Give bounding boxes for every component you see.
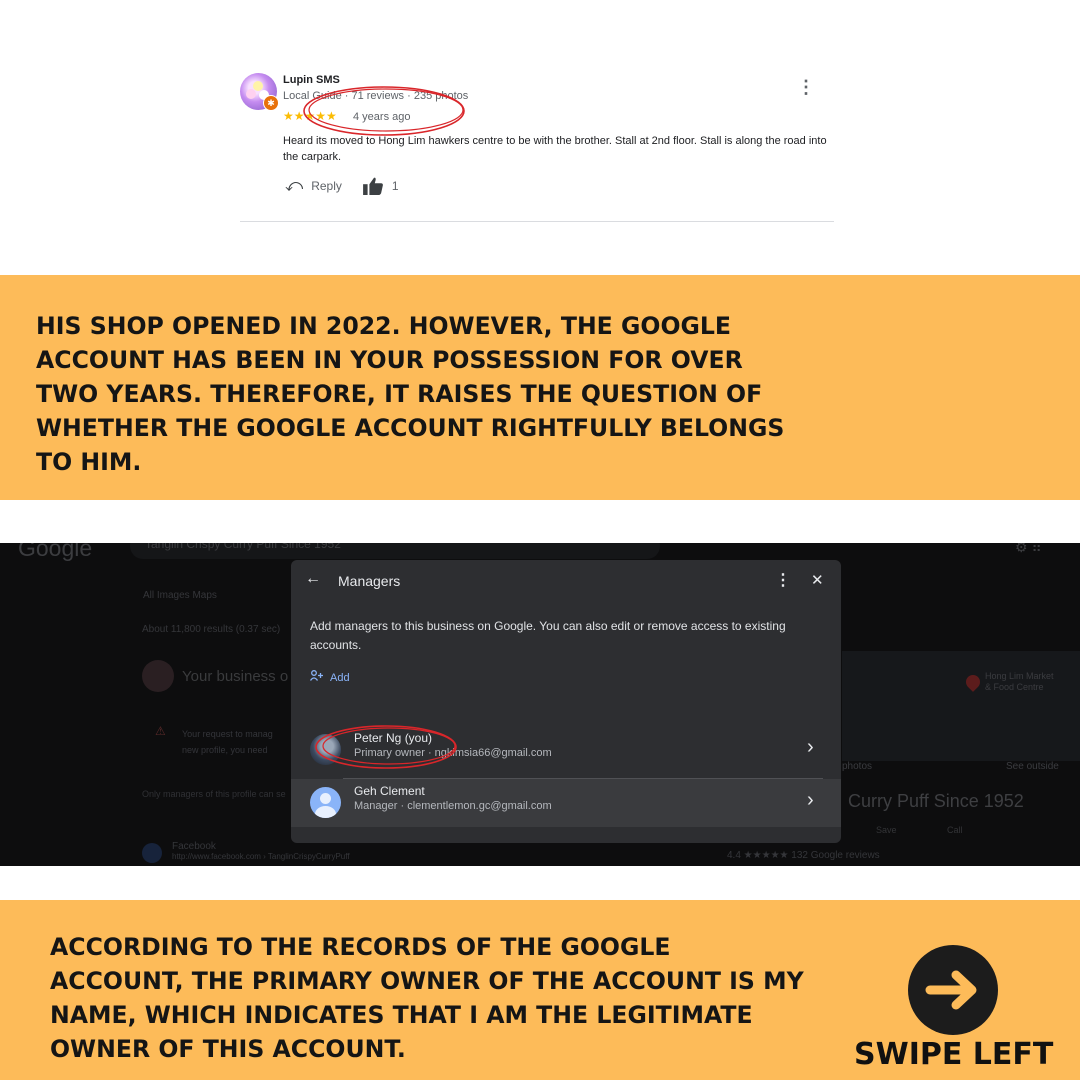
map-preview[interactable] [842, 651, 1080, 761]
manager-role: Manager · clementlemon.gc@gmail.com [354, 800, 552, 812]
only-managers-text: Only managers of this profile can se [142, 789, 286, 799]
manager-name: Geh Clement [354, 784, 425, 798]
review-card: ✱ Lupin SMS Local Guide · 71 reviews · 2… [240, 70, 834, 222]
see-outside-label[interactable]: See outside [1006, 761, 1059, 772]
swipe-button[interactable] [908, 945, 998, 1035]
facebook-icon [142, 843, 162, 863]
review-text: Heard its moved to Hong Lim hawkers cent… [283, 135, 827, 163]
review-stars: ★★★★★ [283, 109, 337, 123]
dialog-title: Managers [338, 573, 401, 589]
top-caption-band: His shop opened in 2022. However, the Go… [0, 275, 1080, 500]
reviewer-meta: Local Guide · 71 reviews · 235 photos [283, 90, 469, 102]
reply-button[interactable]: Reply [311, 179, 342, 193]
person-add-icon [310, 670, 323, 681]
bottom-caption-text: According to the records of the Google a… [50, 933, 804, 1063]
like-count: 1 [391, 179, 399, 193]
apps-icon[interactable]: ⚙ ⠿ [1015, 543, 1042, 556]
swipe-label: SWIPE LEFT [854, 1037, 1054, 1072]
local-guide-badge-icon: ✱ [263, 95, 279, 111]
thumbs-up-icon[interactable] [362, 177, 384, 195]
results-count: About 11,800 results (0.37 sec) [142, 624, 281, 635]
more-vert-icon[interactable]: ⋮ [775, 570, 791, 590]
bottom-caption-band: According to the records of the Google a… [0, 900, 1080, 1080]
business-rating: 4.4 ★★★★★ 132 Google reviews [727, 850, 880, 861]
facebook-url: http://www.facebook.com › TanglinCrispyC… [172, 852, 350, 861]
red-circle-annotation [315, 725, 457, 769]
photos-label[interactable]: photos [842, 761, 872, 772]
more-vert-icon[interactable]: ⋮ [797, 78, 815, 98]
review-date: 4 years ago [353, 111, 411, 123]
warning-text: Your request to manag new profile, you n… [182, 729, 273, 755]
back-arrow-icon[interactable]: ← [305, 570, 321, 588]
facebook-result[interactable]: Facebook http://www.facebook.com › Tangl… [172, 841, 350, 861]
google-logo: Google [18, 543, 93, 561]
map-label: Hong Lim Market & Food Centre [985, 671, 1054, 692]
business-avatar [142, 660, 174, 692]
search-tabs[interactable]: All Images Maps [143, 590, 217, 601]
business-heading: Your business o [182, 668, 289, 685]
arrow-right-icon [925, 970, 977, 1010]
warning-icon: ⚠ [155, 724, 166, 738]
top-caption-text: His shop opened in 2022. However, the Go… [36, 312, 785, 476]
default-avatar-icon [310, 787, 341, 818]
manager-row[interactable]: Geh Clement Manager · clementlemon.gc@gm… [291, 779, 841, 827]
google-managers-screenshot: Google Tanglin Crispy Curry Puff Since 1… [0, 543, 1080, 866]
chevron-right-icon[interactable]: › [807, 789, 814, 812]
close-icon[interactable]: ✕ [811, 571, 824, 589]
business-name-right: Curry Puff Since 1952 [848, 791, 1024, 811]
search-query: Tanglin Crispy Curry Puff Since 1952 [145, 543, 341, 551]
business-action-buttons[interactable]: Save Call [876, 825, 963, 835]
add-manager-button[interactable]: Add [310, 670, 350, 684]
managers-dialog: ← Managers ⋮ ✕ Add managers to this busi… [291, 560, 841, 843]
add-label: Add [330, 672, 350, 684]
dialog-description: Add managers to this business on Google.… [310, 619, 786, 652]
chevron-right-icon[interactable]: › [807, 736, 814, 759]
reply-icon[interactable]: ⤺ [285, 176, 303, 196]
review-actions: ⤺ Reply 1 [285, 176, 399, 196]
reviewer-name[interactable]: Lupin SMS [283, 74, 340, 86]
